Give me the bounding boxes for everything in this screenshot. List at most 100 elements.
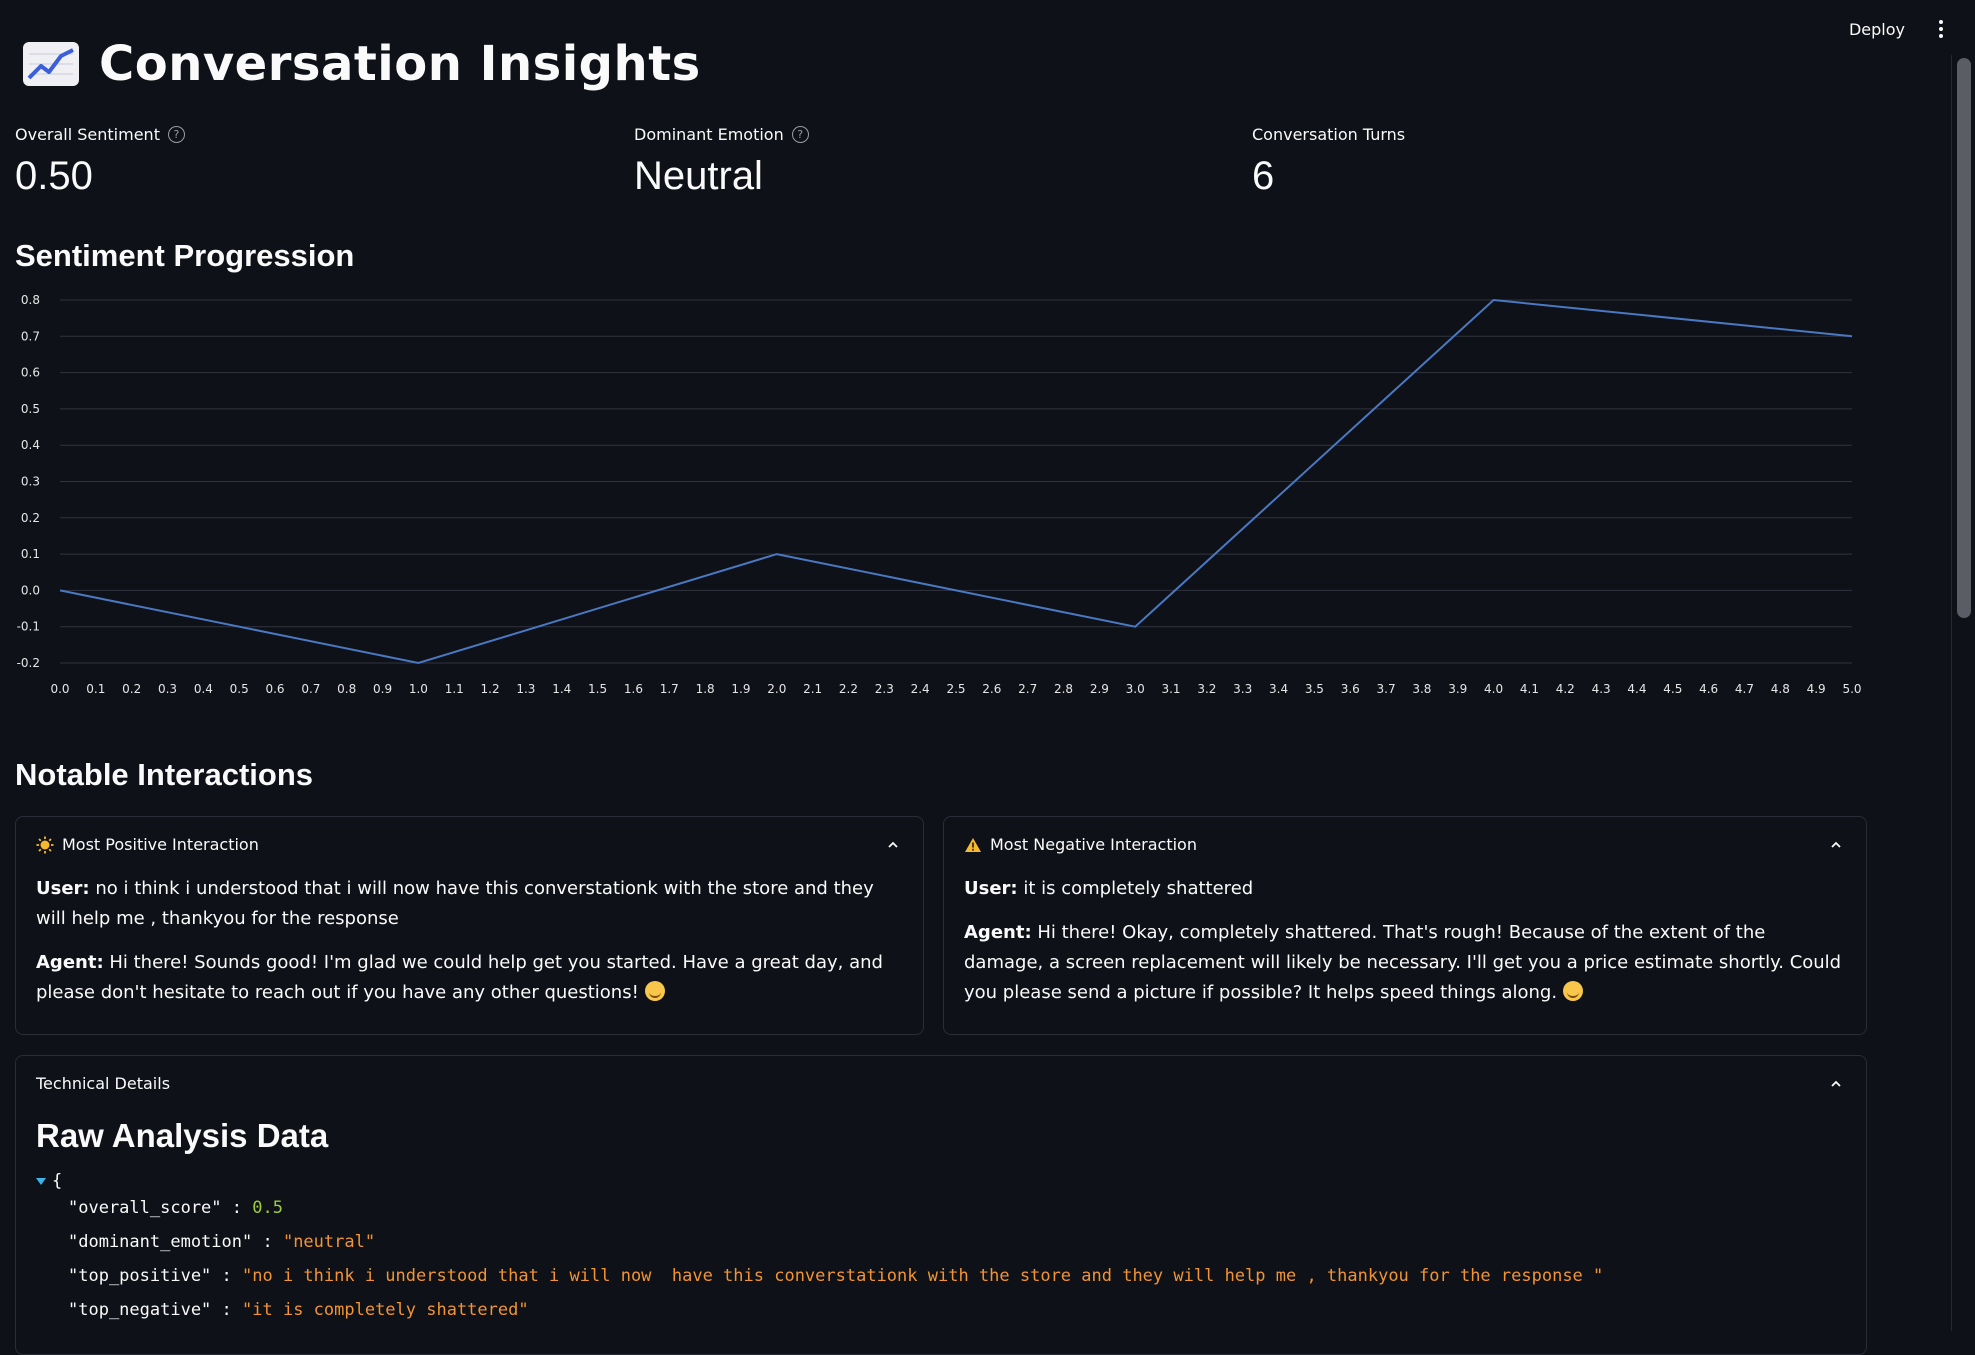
user-label: User: — [964, 878, 1018, 899]
user-message: User: no i think i understood that i wil… — [36, 874, 903, 934]
positive-card-header[interactable]: Most Positive Interaction — [16, 817, 923, 854]
x-tick-label: 5.0 — [1842, 682, 1861, 696]
x-tick-label: 0.4 — [194, 682, 213, 696]
chevron-up-icon[interactable] — [887, 839, 899, 851]
user-text: no i think i understood that i will now … — [36, 878, 874, 929]
x-tick-label: 4.5 — [1663, 682, 1682, 696]
metric-conversation-turns: Conversation Turns 6 — [1252, 125, 1405, 199]
user-text: it is completely shattered — [1018, 878, 1254, 899]
x-tick-label: 2.5 — [946, 682, 965, 696]
json-row: "dominant_emotion" : "neutral" — [68, 1225, 1866, 1259]
technical-details-header[interactable]: Technical Details — [16, 1056, 1866, 1093]
y-tick-label: -0.1 — [17, 620, 40, 634]
help-icon[interactable]: ? — [792, 126, 809, 143]
metric-value: 6 — [1252, 154, 1405, 199]
x-tick-label: 4.3 — [1592, 682, 1611, 696]
x-tick-label: 1.3 — [516, 682, 535, 696]
x-tick-label: 1.0 — [409, 682, 428, 696]
x-tick-label: 4.6 — [1699, 682, 1718, 696]
x-tick-label: 0.9 — [373, 682, 392, 696]
section-notable-title: Notable Interactions — [15, 757, 313, 793]
x-tick-label: 4.4 — [1627, 682, 1646, 696]
x-tick-label: 2.2 — [839, 682, 858, 696]
x-tick-label: 3.8 — [1412, 682, 1431, 696]
agent-text: Hi there! Okay, completely shattered. Th… — [964, 922, 1841, 1003]
x-tick-label: 0.2 — [122, 682, 141, 696]
collapse-caret-icon[interactable] — [36, 1178, 46, 1185]
x-tick-label: 4.0 — [1484, 682, 1503, 696]
x-tick-label: 0.5 — [230, 682, 249, 696]
x-tick-label: 1.6 — [624, 682, 643, 696]
y-tick-label: -0.2 — [17, 656, 40, 670]
x-tick-label: 2.6 — [982, 682, 1001, 696]
json-row: "top_negative" : "it is completely shatt… — [68, 1293, 1866, 1327]
app-header: Deploy — [0, 0, 1975, 58]
sentiment-line-chart: 0.80.70.60.50.40.30.20.10.0-0.1-0.20.00.… — [15, 285, 1865, 705]
chevron-up-icon[interactable] — [1830, 839, 1842, 851]
x-tick-label: 2.9 — [1090, 682, 1109, 696]
x-tick-label: 2.0 — [767, 682, 786, 696]
metric-label: Overall Sentiment — [15, 125, 160, 144]
x-tick-label: 4.8 — [1771, 682, 1790, 696]
y-tick-label: 0.4 — [21, 438, 40, 452]
x-tick-label: 2.7 — [1018, 682, 1037, 696]
y-tick-label: 0.5 — [21, 402, 40, 416]
json-row: "top_positive" : "no i think i understoo… — [68, 1259, 1866, 1293]
deploy-button[interactable]: Deploy — [1849, 20, 1905, 39]
agent-label: Agent: — [36, 952, 104, 973]
scrollbar-thumb[interactable] — [1957, 58, 1971, 618]
x-tick-label: 2.8 — [1054, 682, 1073, 696]
chevron-up-icon[interactable] — [1830, 1078, 1842, 1090]
positive-interaction-card: Most Positive Interaction User: no i thi… — [15, 816, 924, 1035]
y-tick-label: 0.8 — [21, 293, 40, 307]
x-tick-label: 1.1 — [445, 682, 464, 696]
user-message: User: it is completely shattered — [964, 874, 1846, 904]
agent-message: Agent: Hi there! Sounds good! I'm glad w… — [36, 948, 903, 1008]
agent-text: Hi there! Sounds good! I'm glad we could… — [36, 952, 883, 1003]
x-tick-label: 3.4 — [1269, 682, 1288, 696]
x-tick-label: 1.2 — [481, 682, 500, 696]
raw-data-title: Raw Analysis Data — [36, 1117, 1866, 1155]
x-tick-label: 1.4 — [552, 682, 571, 696]
negative-interaction-card: Most Negative Interaction User: it is co… — [943, 816, 1867, 1035]
x-tick-label: 2.3 — [875, 682, 894, 696]
x-tick-label: 3.0 — [1126, 682, 1145, 696]
x-tick-label: 3.3 — [1233, 682, 1252, 696]
metric-value: Neutral — [634, 154, 809, 199]
x-tick-label: 1.9 — [731, 682, 750, 696]
user-label: User: — [36, 878, 90, 899]
metric-label: Dominant Emotion — [634, 125, 784, 144]
metric-value: 0.50 — [15, 154, 185, 199]
negative-card-header[interactable]: Most Negative Interaction — [944, 817, 1866, 854]
x-tick-label: 4.2 — [1556, 682, 1575, 696]
card-title: Most Positive Interaction — [62, 835, 259, 854]
x-tick-label: 3.1 — [1161, 682, 1180, 696]
expander-title: Technical Details — [36, 1074, 170, 1093]
sun-icon — [36, 836, 54, 854]
json-viewer: { "overall_score" : 0.5 "dominant_emotio… — [36, 1171, 1866, 1327]
metric-dominant-emotion: Dominant Emotion ? Neutral — [634, 125, 809, 199]
section-sentiment-title: Sentiment Progression — [15, 238, 354, 274]
warning-icon — [964, 837, 982, 853]
x-tick-label: 1.7 — [660, 682, 679, 696]
x-tick-label: 2.4 — [911, 682, 930, 696]
x-tick-label: 0.6 — [265, 682, 284, 696]
x-tick-label: 4.1 — [1520, 682, 1539, 696]
x-tick-label: 0.7 — [301, 682, 320, 696]
y-tick-label: 0.6 — [21, 366, 40, 380]
y-tick-label: 0.3 — [21, 475, 40, 489]
card-title: Most Negative Interaction — [990, 835, 1197, 854]
x-tick-label: 4.7 — [1735, 682, 1754, 696]
y-tick-label: 0.1 — [21, 547, 40, 561]
x-tick-label: 3.9 — [1448, 682, 1467, 696]
technical-details-expander: Technical Details Raw Analysis Data { "o… — [15, 1055, 1867, 1355]
metric-overall-sentiment: Overall Sentiment ? 0.50 — [15, 125, 185, 199]
y-tick-label: 0.2 — [21, 511, 40, 525]
help-icon[interactable]: ? — [168, 126, 185, 143]
agent-label: Agent: — [964, 922, 1032, 943]
x-tick-label: 1.5 — [588, 682, 607, 696]
smiling-face-icon — [1563, 981, 1583, 1001]
agent-message: Agent: Hi there! Okay, completely shatte… — [964, 918, 1846, 1008]
kebab-menu-icon[interactable] — [1935, 16, 1947, 42]
y-tick-label: 0.7 — [21, 329, 40, 343]
